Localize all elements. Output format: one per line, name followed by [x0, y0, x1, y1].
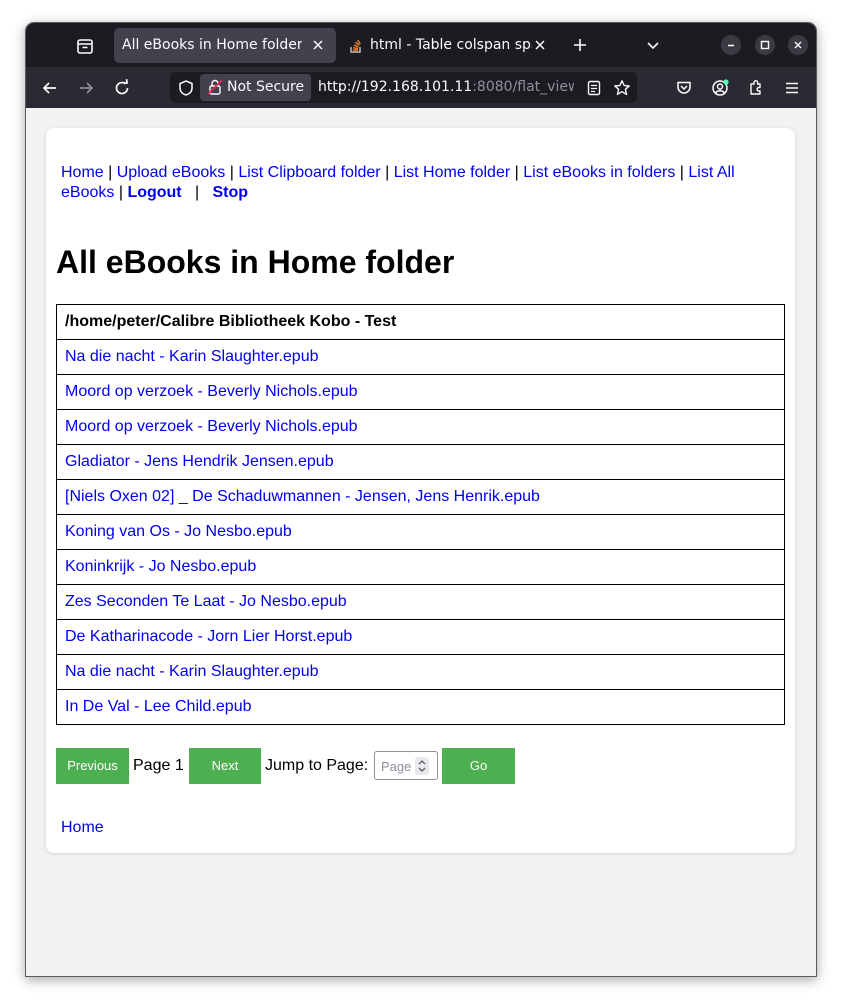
- current-page-label: Page 1: [133, 757, 184, 774]
- ebook-link[interactable]: De Katharinacode - Jorn Lier Horst.epub: [65, 628, 352, 645]
- chevron-down-icon[interactable]: [644, 36, 662, 54]
- tab-label: html - Table colspan span: [370, 37, 532, 53]
- nav-separator: |: [514, 164, 519, 181]
- nav-home-folder-link[interactable]: List Home folder: [394, 164, 511, 181]
- table-row: Moord op verzoek - Beverly Nichols.epub: [56, 409, 785, 445]
- table-header-row: /home/peter/Calibre Bibliotheek Kobo - T…: [56, 304, 785, 340]
- nav-separator: |: [679, 164, 684, 181]
- reload-icon[interactable]: [112, 78, 132, 98]
- ebook-link[interactable]: Na die nacht - Karin Slaughter.epub: [65, 663, 319, 680]
- browser-window: All eBooks in Home folder html - Table c…: [25, 22, 817, 977]
- ebooks-table: /home/peter/Calibre Bibliotheek Kobo - T…: [56, 304, 785, 725]
- tab-stackoverflow[interactable]: html - Table colspan span: [340, 28, 556, 63]
- not-secure-label: Not Secure: [227, 79, 305, 95]
- pagination: Previous Page 1 Next Jump to Page: Page …: [56, 748, 785, 784]
- footer-home-link[interactable]: Home: [61, 819, 104, 837]
- nav-home-link[interactable]: Home: [61, 164, 104, 181]
- nav-separator: |: [229, 164, 234, 181]
- nav-stop-link[interactable]: Stop: [212, 184, 248, 201]
- jump-to-page-label: Jump to Page:: [265, 757, 369, 774]
- tab-label: All eBooks in Home folder: [122, 37, 302, 53]
- bookmark-star-icon[interactable]: [612, 78, 632, 98]
- nav-separator: |: [108, 164, 113, 181]
- url-bar[interactable]: Not Secure http://192.168.101.11:8080/fl…: [170, 72, 637, 103]
- ebook-link[interactable]: Moord op verzoek - Beverly Nichols.epub: [65, 383, 358, 400]
- pocket-icon[interactable]: [674, 78, 694, 98]
- ebook-link[interactable]: Koning van Os - Jo Nesbo.epub: [65, 523, 292, 540]
- stackoverflow-icon: [348, 38, 364, 54]
- account-icon[interactable]: [710, 78, 730, 98]
- not-secure-indicator[interactable]: Not Secure: [200, 74, 311, 101]
- url-host: http://192.168.101.11: [318, 79, 473, 95]
- close-tab-icon[interactable]: [310, 37, 326, 53]
- minimize-icon[interactable]: [721, 35, 741, 55]
- page-number-input[interactable]: Page: [374, 751, 438, 780]
- firefox-view-icon[interactable]: [74, 35, 96, 57]
- top-navigation: Home | Upload eBooks | List Clipboard fo…: [61, 163, 766, 202]
- ebook-link[interactable]: [Niels Oxen 02] _ De Schaduwmannen - Jen…: [65, 488, 540, 505]
- page-viewport: Home | Upload eBooks | List Clipboard fo…: [26, 108, 816, 976]
- table-row: Na die nacht - Karin Slaughter.epub: [56, 654, 785, 690]
- ebook-link[interactable]: Gladiator - Jens Hendrik Jensen.epub: [65, 453, 334, 470]
- new-tab-icon[interactable]: [571, 36, 589, 54]
- maximize-icon[interactable]: [755, 35, 775, 55]
- table-row: [Niels Oxen 02] _ De Schaduwmannen - Jen…: [56, 479, 785, 515]
- shield-icon[interactable]: [176, 78, 196, 98]
- nav-clipboard-link[interactable]: List Clipboard folder: [238, 164, 380, 181]
- next-button[interactable]: Next: [189, 748, 261, 784]
- url-path: :8080/flat_view: [472, 79, 574, 95]
- tab-all-ebooks[interactable]: All eBooks in Home folder: [114, 28, 336, 63]
- ebook-link[interactable]: Na die nacht - Karin Slaughter.epub: [65, 348, 319, 365]
- insecure-lock-icon: [206, 78, 224, 100]
- close-tab-icon[interactable]: [532, 37, 548, 53]
- nav-ebooks-in-folders-link[interactable]: List eBooks in folders: [523, 164, 675, 181]
- go-button[interactable]: Go: [442, 748, 515, 784]
- nav-upload-link[interactable]: Upload eBooks: [117, 164, 226, 181]
- page-input-placeholder: Page: [381, 759, 412, 774]
- table-row: Moord op verzoek - Beverly Nichols.epub: [56, 374, 785, 410]
- ebook-link[interactable]: Moord op verzoek - Beverly Nichols.epub: [65, 418, 358, 435]
- table-row: Zes Seconden Te Laat - Jo Nesbo.epub: [56, 584, 785, 620]
- previous-button[interactable]: Previous: [56, 748, 129, 784]
- url-text[interactable]: http://192.168.101.11:8080/flat_view: [318, 79, 574, 95]
- table-row: Koning van Os - Jo Nesbo.epub: [56, 514, 785, 550]
- table-row: Gladiator - Jens Hendrik Jensen.epub: [56, 444, 785, 480]
- ebook-link[interactable]: In De Val - Lee Child.epub: [65, 698, 251, 715]
- back-arrow-icon[interactable]: [40, 78, 60, 98]
- hamburger-menu-icon[interactable]: [782, 78, 802, 98]
- table-row: In De Val - Lee Child.epub: [56, 689, 785, 725]
- number-spinner-icon[interactable]: [415, 757, 429, 775]
- nav-separator: |: [194, 183, 200, 201]
- table-row: Na die nacht - Karin Slaughter.epub: [56, 339, 785, 375]
- nav-separator: |: [385, 164, 390, 181]
- tab-bar: All eBooks in Home folder html - Table c…: [26, 23, 816, 67]
- reader-view-icon[interactable]: [584, 78, 604, 98]
- forward-arrow-icon[interactable]: [76, 78, 96, 98]
- table-row: Koninkrijk - Jo Nesbo.epub: [56, 549, 785, 585]
- page-title: All eBooks in Home folder: [56, 244, 455, 280]
- close-window-icon[interactable]: [788, 35, 808, 55]
- navigation-toolbar: Not Secure http://192.168.101.11:8080/fl…: [26, 67, 816, 108]
- extensions-icon[interactable]: [746, 78, 766, 98]
- content-card: Home | Upload eBooks | List Clipboard fo…: [46, 128, 795, 853]
- table-row: De Katharinacode - Jorn Lier Horst.epub: [56, 619, 785, 655]
- nav-logout-link[interactable]: Logout: [127, 184, 181, 201]
- folder-path-header: /home/peter/Calibre Bibliotheek Kobo - T…: [56, 304, 785, 340]
- ebook-link[interactable]: Koninkrijk - Jo Nesbo.epub: [65, 558, 256, 575]
- nav-separator: |: [118, 183, 123, 201]
- ebook-link[interactable]: Zes Seconden Te Laat - Jo Nesbo.epub: [65, 593, 347, 610]
